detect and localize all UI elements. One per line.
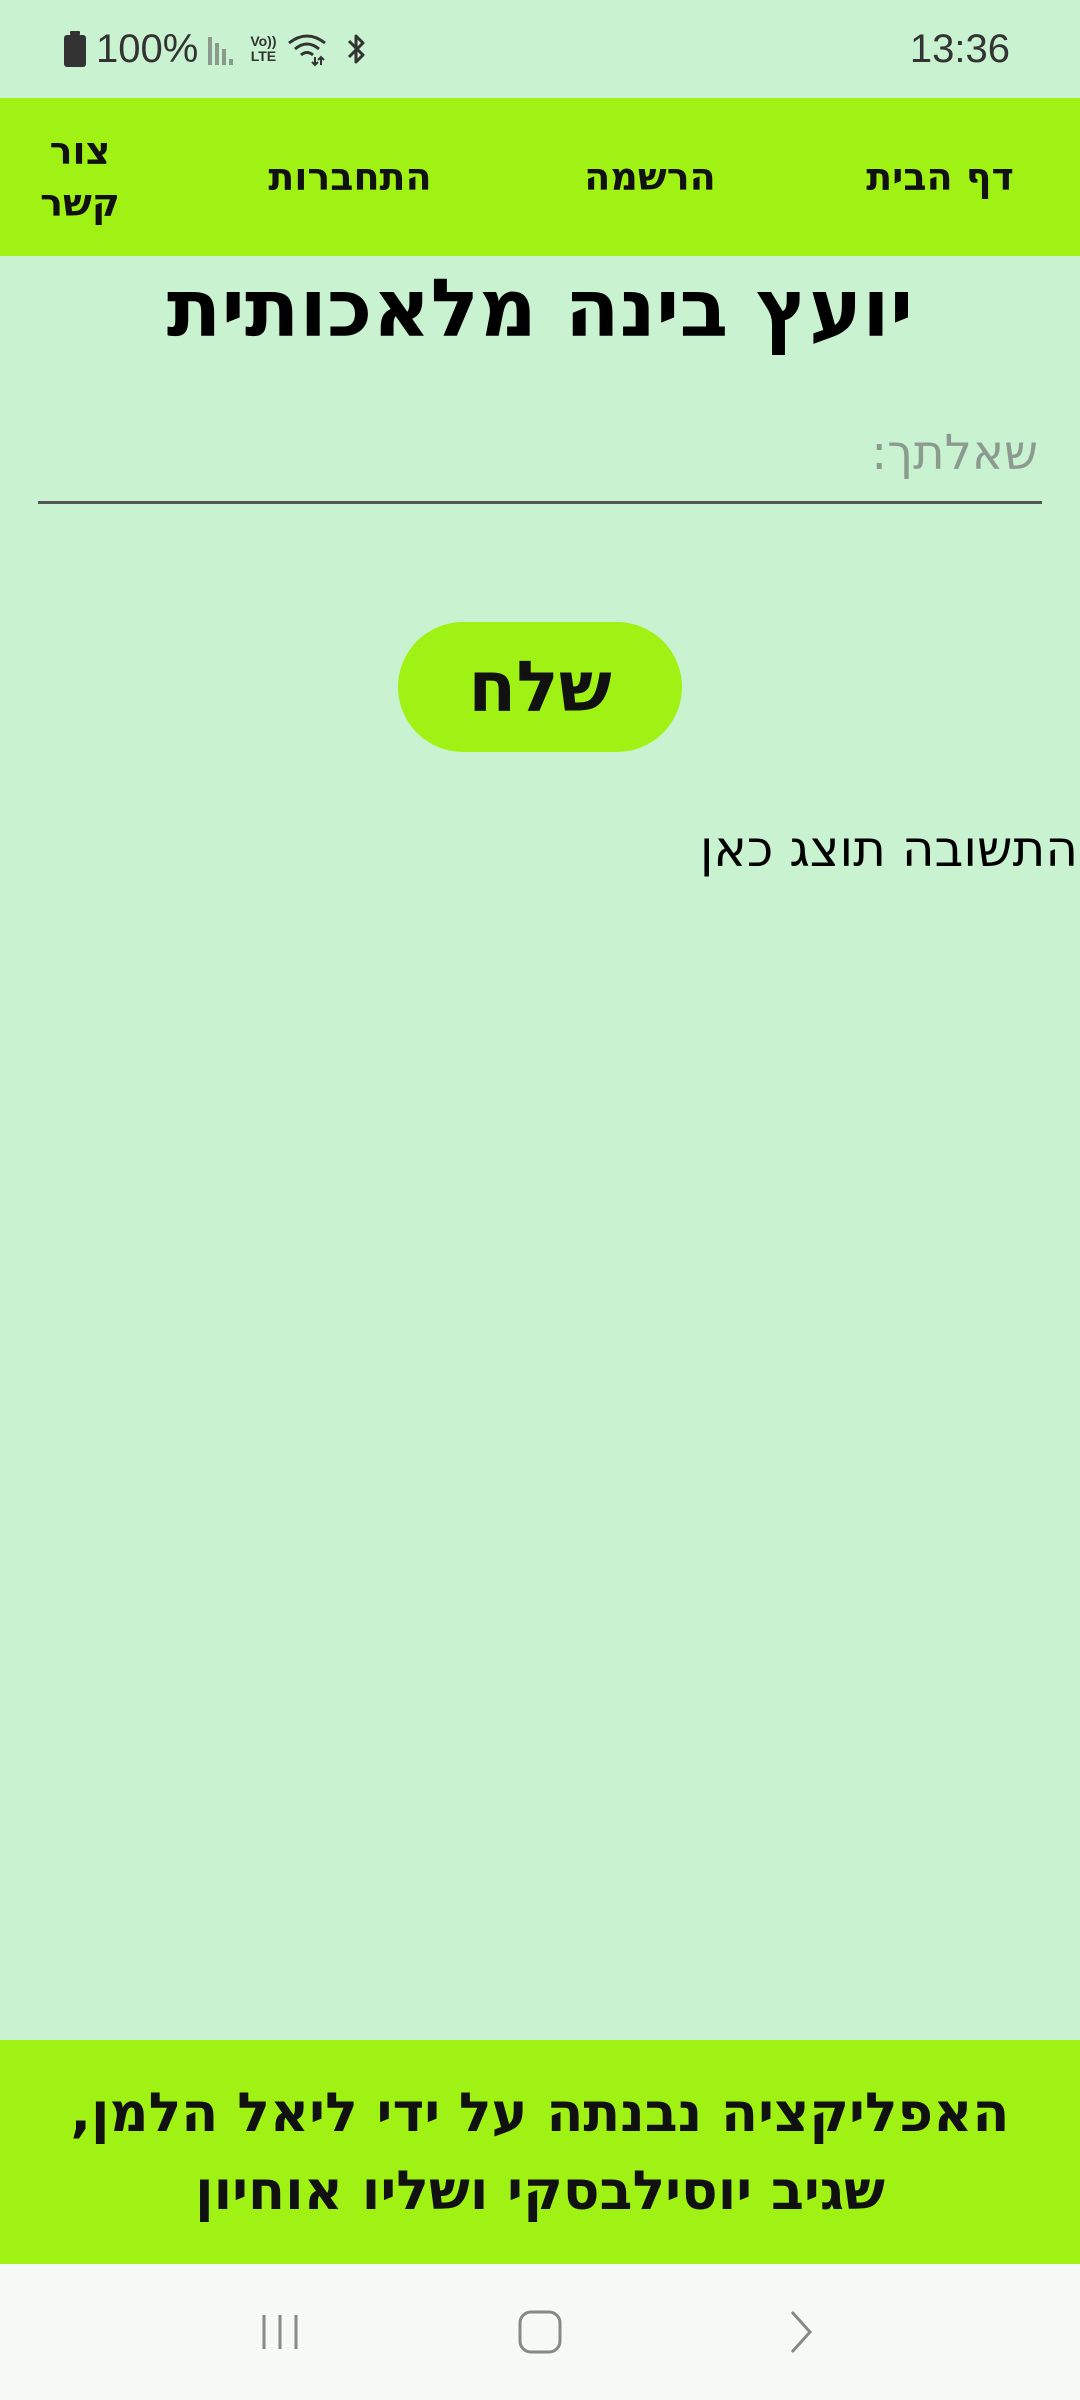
battery-percent: 100% <box>96 26 199 71</box>
volte-icon: Vo)) LTE <box>250 33 277 64</box>
clock: 13:36 <box>909 26 1010 71</box>
back-button[interactable] <box>750 2282 850 2382</box>
send-button[interactable]: שלח <box>398 622 682 752</box>
wifi-icon <box>287 34 326 67</box>
nav-register-link[interactable]: הרשמה <box>550 98 750 256</box>
recent-apps-button[interactable] <box>230 2282 330 2382</box>
footer: האפליקציה נבנתה על ידי ליאל הלמן, שגיב י… <box>0 2040 1080 2264</box>
recent-apps-icon <box>262 2315 298 2349</box>
system-nav-bar <box>0 2264 1080 2400</box>
back-icon <box>790 2310 813 2354</box>
nav-login-link[interactable]: התחברות <box>230 98 470 256</box>
top-nav-bar: דף הבית הרשמה התחברות צור קשר <box>0 98 1080 256</box>
app-screen: 100% Vo)) LTE 13:36 דף הבית הרשמה התחברות… <box>0 0 1080 2400</box>
status-icons: 100% Vo)) LTE <box>64 27 377 72</box>
nav-home-link[interactable]: דף הבית <box>840 98 1040 256</box>
battery-icon <box>64 31 86 67</box>
nav-contact-link[interactable]: צור קשר <box>20 98 140 256</box>
signal-icon <box>208 33 240 65</box>
home-button[interactable] <box>490 2282 590 2382</box>
page-title: יועץ בינה מלאכותית <box>166 262 914 355</box>
status-bar: 100% Vo)) LTE 13:36 <box>0 0 1080 98</box>
home-icon <box>518 2310 562 2354</box>
question-input[interactable] <box>38 418 1042 504</box>
answer-text: התשובה תוצג כאן <box>699 820 1078 878</box>
footer-credits: האפליקציה נבנתה על ידי ליאל הלמן, שגיב י… <box>70 2081 1010 2222</box>
bluetooth-icon <box>347 34 364 64</box>
